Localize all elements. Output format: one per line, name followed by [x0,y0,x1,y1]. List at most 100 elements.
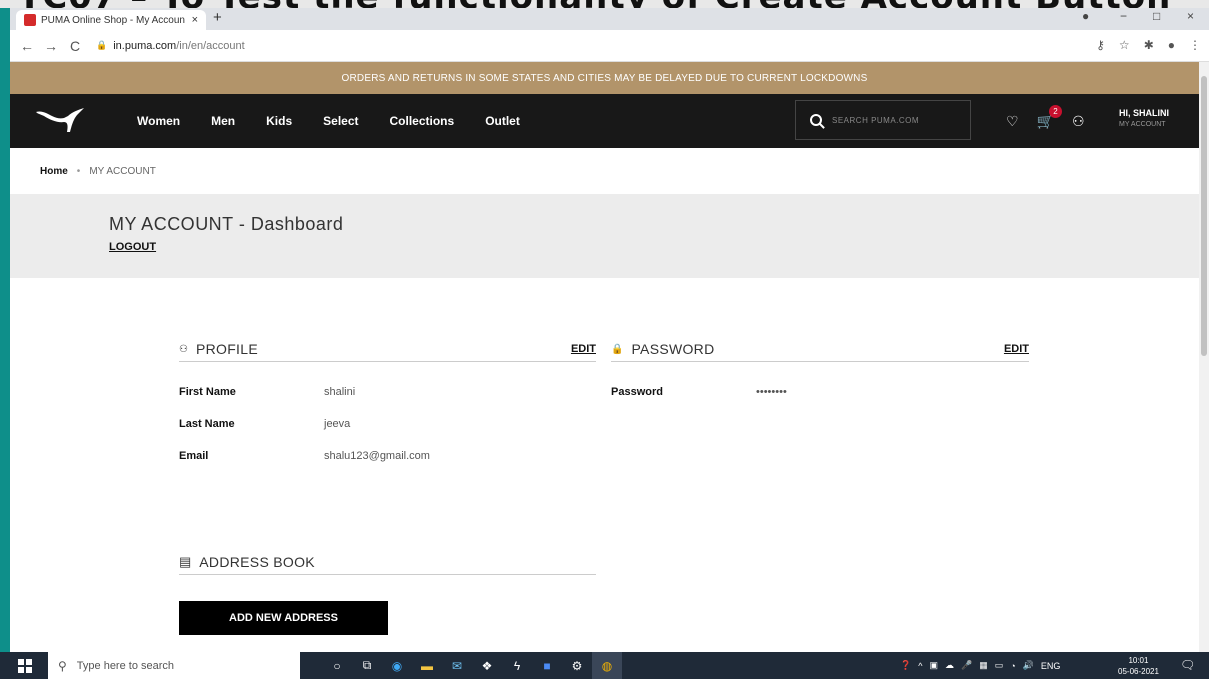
system-tray: ❓ ^ ▣ ☁ 🎤 ▦ ▭ ◔ 🔊 ENG [900,652,1060,679]
greeting-text: HI, SHALINI [1119,108,1170,118]
search-box[interactable]: SEARCH PUMA.COM [795,100,971,140]
browser-extension-area: ⚷ ☆ ✱ ● ⋮ [1096,38,1201,52]
wifi-icon[interactable]: ◔ [1010,661,1015,671]
extensions-puzzle-icon[interactable]: ✱ [1144,38,1154,52]
lightning-app-icon[interactable]: ϟ [502,652,532,679]
url-field[interactable]: 🔒 in.puma.com /in/en/account [96,40,245,52]
close-window-button[interactable]: × [1187,9,1194,23]
password-edit-link[interactable]: EDIT [1004,343,1029,355]
cortana-icon[interactable]: ○ [322,652,352,679]
add-new-address-button[interactable]: ADD NEW ADDRESS [179,601,388,635]
settings-gear-icon[interactable]: ⚙ [562,652,592,679]
profile-row-label: First Name [179,386,236,398]
banner-text: ORDERS AND RETURNS IN SOME STATES AND CI… [341,72,868,84]
minimize-button[interactable]: − [1120,9,1127,23]
lock-icon: 🔒 [611,343,624,355]
overlay-title-bar: TC07 – To Test the functionality of Crea… [0,0,1209,8]
web-page: ORDERS AND RETURNS IN SOME STATES AND CI… [10,62,1199,652]
taskbar-clock[interactable]: 10:01 05-06-2021 [1118,655,1159,677]
nav-link-outlet[interactable]: Outlet [485,114,520,128]
search-icon: ⚲ [58,658,67,673]
help-icon[interactable]: ❓ [900,660,911,671]
nav-link-women[interactable]: Women [137,114,180,128]
reload-icon[interactable]: C [68,38,82,54]
password-title: PASSWORD [631,341,715,357]
back-arrow-icon[interactable]: ← [20,38,34,54]
page-title: MY ACCOUNT - Dashboard [109,214,344,234]
profile-header: ⚇ PROFILE EDIT [179,337,596,362]
password-header: 🔒 PASSWORD EDIT [611,337,1029,362]
breadcrumb-home[interactable]: Home [40,166,68,177]
profile-row: First Name shalini [179,376,596,408]
taskbar-search-input[interactable]: Type here to search [77,660,174,672]
url-domain: in.puma.com [113,39,177,52]
cart-count-badge: 2 [1049,104,1062,118]
account-greeting[interactable]: HI, SHALINI MY ACCOUNT [1119,108,1169,130]
dashboard-header: MY ACCOUNT - Dashboard LOGOUT [10,194,1199,278]
key-icon[interactable]: ⚷ [1096,38,1105,52]
tray-green-icon[interactable]: ▦ [979,660,988,671]
clock-time: 10:01 [1128,656,1149,665]
profile-row: Email shalu123@gmail.com [179,440,596,472]
battery-icon[interactable]: ▭ [995,660,1004,671]
task-view-icon[interactable]: ⧉ [352,652,382,679]
chevron-up-icon[interactable]: ^ [918,661,922,671]
account-user-icon[interactable]: ⚇ [1072,113,1085,130]
profile-edit-link[interactable]: EDIT [571,343,596,355]
volume-icon[interactable]: 🔊 [1023,660,1034,671]
taskbar-search-box[interactable]: ⚲ Type here to search [48,652,300,679]
edge-browser-icon[interactable]: ◉ [382,652,412,679]
new-tab-button[interactable]: + [213,9,222,26]
logout-link[interactable]: LOGOUT [109,241,156,253]
address-book-header: ▤ ADDRESS BOOK [179,550,596,575]
forward-arrow-icon[interactable]: → [44,38,58,54]
header-icons: ♡ 🛒 2 ⚇ [1006,94,1085,148]
account-avatar-icon[interactable]: ● [1168,38,1175,52]
notification-center-icon[interactable]: 🗨 [1180,658,1195,672]
star-bookmark-icon[interactable]: ☆ [1119,38,1130,52]
breadcrumb-current: MY ACCOUNT [89,165,156,177]
overlay-title: TC07 – To Test the functionality of Crea… [18,0,1209,8]
nav-link-select[interactable]: Select [323,114,358,128]
address-book-title: ADDRESS BOOK [199,554,315,570]
profile-circle-icon[interactable]: ● [1082,9,1089,23]
nav-link-kids[interactable]: Kids [266,114,292,128]
browser-tab[interactable]: PUMA Online Shop - My Accoun × [16,10,206,30]
password-value: •••••••• [756,386,787,398]
windows-start-icon[interactable] [18,659,32,673]
mail-icon[interactable]: ✉ [442,652,472,679]
dropbox-icon[interactable]: ❖ [472,652,502,679]
chrome-icon[interactable]: ◍ [592,652,622,679]
tab-close-icon[interactable]: × [192,14,198,26]
maximize-button[interactable]: □ [1153,9,1160,23]
microphone-icon[interactable]: 🎤 [961,660,972,671]
tray-app-icon[interactable]: ▣ [929,660,938,671]
cart-icon[interactable]: 🛒 2 [1037,104,1062,130]
profile-title: PROFILE [195,341,258,357]
breadcrumb-separator: • [76,165,81,177]
zoom-icon[interactable]: ■ [532,652,562,679]
page-scrollbar[interactable] [1199,62,1209,652]
language-indicator[interactable]: ENG [1041,661,1061,671]
lock-icon: 🔒 [96,40,108,50]
my-account-link[interactable]: MY ACCOUNT [1119,119,1169,130]
address-book-icon: ▤ [179,554,192,569]
profile-row-label: Last Name [179,418,235,430]
search-input[interactable]: SEARCH PUMA.COM [832,116,919,125]
onedrive-cloud-icon[interactable]: ☁ [945,660,954,671]
puma-logo-icon[interactable] [34,106,86,134]
wishlist-heart-icon[interactable]: ♡ [1006,113,1019,130]
nav-link-men[interactable]: Men [211,114,235,128]
url-path: /in/en/account [176,39,245,52]
password-section: 🔒 PASSWORD EDIT Password •••••••• [611,337,1029,408]
tab-title: PUMA Online Shop - My Accoun [41,14,185,26]
category-nav: Women Men Kids Select Collections Outlet [137,94,551,148]
search-icon [810,114,822,126]
file-explorer-icon[interactable]: ▬ [412,652,442,679]
profile-user-icon: ⚇ [179,343,188,355]
scrollbar-thumb[interactable] [1201,76,1207,356]
browser-address-bar: ← → C 🔒 in.puma.com /in/en/account ⚷ ☆ ✱… [10,30,1209,62]
nav-link-collections[interactable]: Collections [390,114,455,128]
menu-kebab-icon[interactable]: ⋮ [1189,38,1201,52]
profile-section: ⚇ PROFILE EDIT First Name shalini Last N… [179,337,596,472]
